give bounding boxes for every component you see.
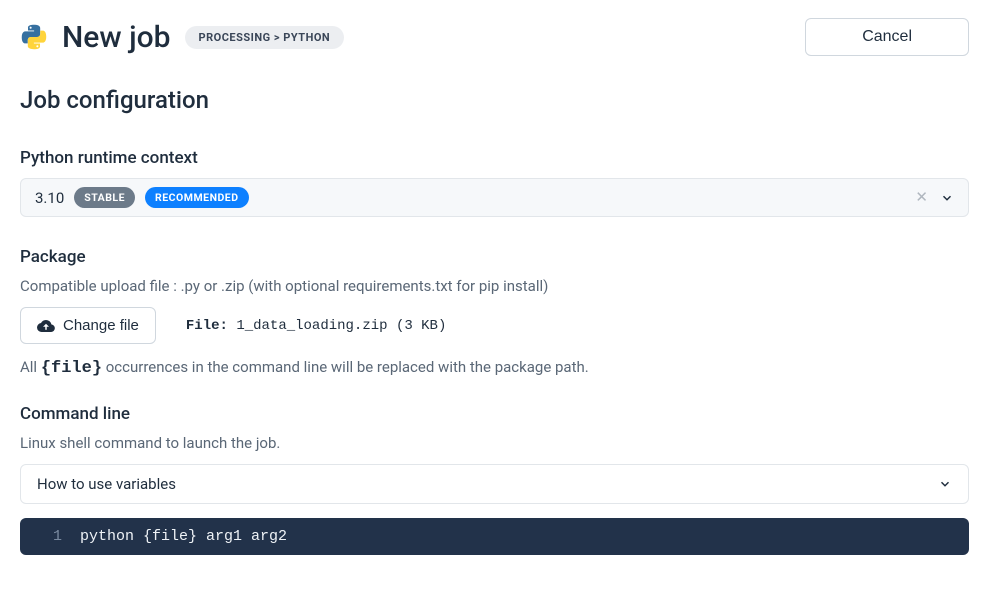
page-title: New job xyxy=(62,20,171,55)
cancel-button[interactable]: Cancel xyxy=(805,18,969,56)
select-controls: ✕ xyxy=(915,190,954,205)
chevron-down-icon xyxy=(938,477,952,491)
file-hint-code: {file} xyxy=(41,359,102,378)
variables-toggle[interactable]: How to use variables xyxy=(20,464,969,504)
variables-toggle-label: How to use variables xyxy=(37,475,176,493)
line-number: 1 xyxy=(20,528,80,545)
package-section: Package Compatible upload file : .py or … xyxy=(20,247,969,378)
file-info-prefix: File: xyxy=(186,318,228,334)
runtime-version: 3.10 xyxy=(35,189,64,207)
cloud-upload-icon xyxy=(37,318,55,334)
recommended-badge: RECOMMENDED xyxy=(145,187,249,208)
package-help: Compatible upload file : .py or .zip (wi… xyxy=(20,277,969,295)
section-title: Job configuration xyxy=(20,86,969,114)
breadcrumb: PROCESSING > PYTHON xyxy=(185,26,345,49)
runtime-section: Python runtime context 3.10 STABLE RECOM… xyxy=(20,148,969,217)
command-help: Linux shell command to launch the job. xyxy=(20,434,969,452)
package-label: Package xyxy=(20,247,969,267)
change-file-label: Change file xyxy=(63,317,139,334)
python-icon xyxy=(20,23,48,51)
code-text[interactable]: python {file} arg1 arg2 xyxy=(80,528,969,545)
stable-badge: STABLE xyxy=(74,187,135,208)
runtime-select[interactable]: 3.10 STABLE RECOMMENDED ✕ xyxy=(20,178,969,217)
file-hint-prefix: All xyxy=(20,358,41,376)
command-section: Command line Linux shell command to laun… xyxy=(20,404,969,555)
header-left: New job PROCESSING > PYTHON xyxy=(20,20,344,55)
file-row: Change file File: 1_data_loading.zip (3 … xyxy=(20,307,969,344)
clear-icon[interactable]: ✕ xyxy=(915,190,928,205)
file-info-name: 1_data_loading.zip (3 KB) xyxy=(236,318,446,334)
command-label: Command line xyxy=(20,404,969,424)
file-hint: All {file} occurrences in the command li… xyxy=(20,358,969,378)
code-editor[interactable]: 1 python {file} arg1 arg2 xyxy=(20,518,969,555)
runtime-label: Python runtime context xyxy=(20,148,969,168)
file-hint-suffix: occurrences in the command line will be … xyxy=(102,358,589,376)
file-info: File: 1_data_loading.zip (3 KB) xyxy=(186,318,446,334)
page-header: New job PROCESSING > PYTHON Cancel xyxy=(20,18,969,56)
chevron-down-icon[interactable] xyxy=(940,191,954,205)
change-file-button[interactable]: Change file xyxy=(20,307,156,344)
